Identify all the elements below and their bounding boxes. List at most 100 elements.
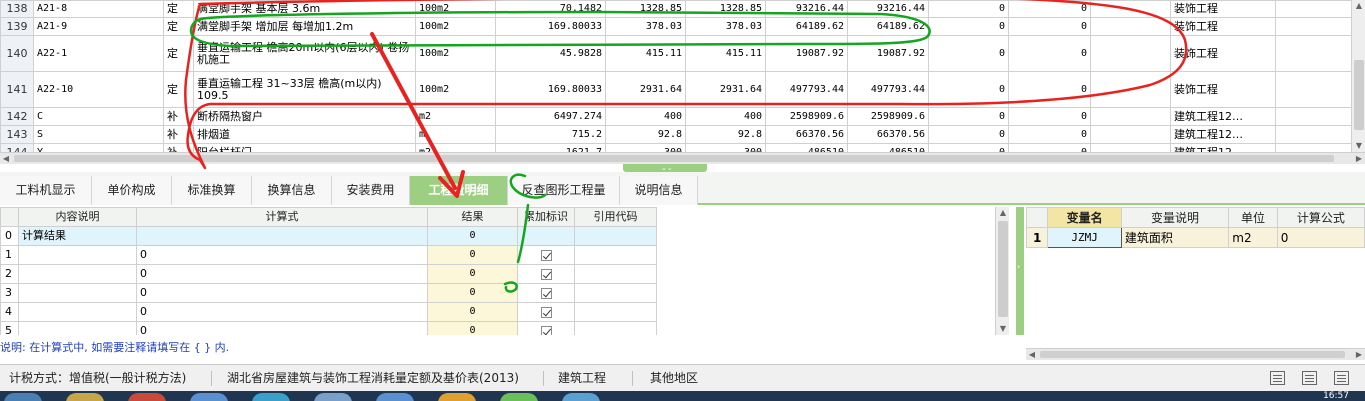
quota-extra-1[interactable]: 0 [928,0,1009,18]
empty-cell[interactable] [1090,17,1171,36]
taskbar-app-icon[interactable] [190,393,228,401]
quota-unit[interactable]: 100m2 [415,71,496,108]
quota-composite-total[interactable]: 64189.62 [847,17,929,36]
quota-unit-price[interactable]: 92.8 [605,125,686,144]
layout-icon[interactable] [1270,371,1285,385]
quota-code[interactable]: A21-9 [33,17,164,36]
quota-code[interactable]: S [33,125,164,144]
calc-description-cell[interactable] [18,283,137,303]
calc-formula-cell[interactable]: 0 [136,302,428,322]
scrollbar-thumb[interactable] [1040,351,1345,358]
header-reference-code[interactable]: 引用代码 [574,207,657,227]
quota-quantity[interactable]: 715.2 [495,125,606,144]
quota-table-row[interactable]: 140 A22-1 定垂直运输工程 檐高20m以内(6层以内) 卷扬机施工 100m2… [0,35,1352,72]
quota-table-row[interactable]: 141 A22-10 定垂直运输工程 31~33层 檐高(m以内) 109.5 100… [0,71,1352,108]
quota-name[interactable]: 满堂脚手架 基本层 3.6m [193,0,416,18]
header-unit[interactable]: 单位 [1228,207,1278,228]
scroll-down-icon[interactable]: ▼ [1352,140,1365,152]
row-number[interactable]: 140 [0,35,34,72]
quota-quantity[interactable]: 70.1482 [495,0,606,18]
calc-row-number[interactable]: 4 [0,302,19,322]
quota-unit-price[interactable]: 415.11 [605,35,686,72]
quota-extra-1[interactable]: 0 [928,35,1009,72]
calc-result-cell[interactable]: 0 [427,283,518,303]
taskbar-app-icon[interactable] [66,393,104,401]
row-number[interactable]: 1 [1026,227,1049,248]
quota-extra-1[interactable]: 0 [928,143,1009,152]
variable-formula-cell[interactable]: 0 [1276,227,1365,248]
quota-name[interactable]: 排烟道 [193,125,416,144]
calc-row-number[interactable]: 3 [0,283,19,303]
quota-composite-total[interactable]: 93216.44 [847,0,929,18]
calc-description-cell[interactable] [18,302,137,322]
calc-description-cell[interactable] [18,321,137,335]
empty-cell[interactable] [1090,35,1171,72]
tab-labor-material[interactable]: 工料机显示 [0,176,92,205]
accumulate-checkbox[interactable] [540,325,552,335]
quota-composite-total[interactable]: 19087.92 [847,35,929,72]
header-content-description[interactable]: 内容说明 [18,207,137,227]
empty-cell[interactable] [1275,35,1352,72]
calc-result-cell[interactable]: 0 [427,321,518,335]
quota-category[interactable]: 建筑工程12… [1170,143,1276,152]
quota-type[interactable]: 定 [163,0,194,18]
quota-composite-total[interactable]: 486510 [847,143,929,152]
row-number[interactable]: 139 [0,17,34,36]
calc-row[interactable]: 0 计算结果 0 [0,226,657,246]
quota-composite-total[interactable]: 66370.56 [847,125,929,144]
quota-type[interactable]: 补 [163,107,194,126]
empty-cell[interactable] [1090,107,1171,126]
quota-table-row[interactable]: 138 A21-8 定满堂脚手架 基本层 3.6m 100m2 70.1482 1328.… [0,0,1352,18]
quota-composite-price[interactable]: 2931.64 [685,71,766,108]
calc-accumulate-cell[interactable] [517,264,575,284]
quota-category[interactable]: 装饰工程 [1170,35,1276,72]
calc-reference-code-cell[interactable] [574,321,657,335]
quota-extra-2[interactable]: 0 [1008,125,1091,144]
header-variable-name[interactable]: 变量名 [1047,207,1122,228]
quota-total[interactable]: 93216.44 [765,0,848,18]
quota-category[interactable]: 装饰工程 [1170,71,1276,108]
quota-unit[interactable]: m2 [415,107,496,126]
variable-unit-cell[interactable]: m2 [1228,227,1278,248]
scroll-left-icon[interactable]: ◀ [0,153,12,164]
calc-row[interactable]: 2 00 [0,264,657,284]
scroll-right-icon[interactable]: ▶ [1353,349,1365,360]
variables-horizontal-scrollbar[interactable]: ◀ ▶ [1026,348,1365,360]
header-accumulate-flag[interactable]: 累加标识 [517,207,575,227]
header-variable-description[interactable]: 变量说明 [1120,207,1230,228]
calc-row[interactable]: 5 00 [0,321,657,335]
row-number[interactable]: 144 [0,143,34,152]
quota-composite-price[interactable]: 415.11 [685,35,766,72]
quota-composite-price[interactable]: 92.8 [685,125,766,144]
taskbar-app-icon[interactable] [252,393,290,401]
accumulate-checkbox[interactable] [540,268,552,280]
row-number[interactable]: 138 [0,0,34,18]
quota-total[interactable]: 66370.56 [765,125,848,144]
quota-quantity[interactable]: 169.80033 [495,17,606,36]
calc-row-number[interactable]: 1 [0,245,19,265]
calc-result-cell[interactable]: 0 [427,226,518,246]
empty-cell[interactable] [1090,71,1171,108]
quota-unit[interactable]: m [415,125,496,144]
variable-name-cell[interactable]: JZMJ [1047,227,1122,248]
quota-category[interactable]: 建筑工程12… [1170,125,1276,144]
taskbar-app-icon[interactable] [500,393,538,401]
header-calc-formula[interactable]: 计算公式 [1276,207,1365,228]
calc-result-cell[interactable]: 0 [427,264,518,284]
quota-name[interactable]: 断桥隔热窗户 [193,107,416,126]
calc-row[interactable]: 3 00 [0,283,657,303]
calc-row[interactable]: 4 00 [0,302,657,322]
calc-result-cell[interactable]: 0 [427,302,518,322]
quota-unit[interactable]: m2 [415,143,496,152]
quota-unit[interactable]: 100m2 [415,35,496,72]
quota-type[interactable]: 定 [163,35,194,72]
quota-total[interactable]: 2598909.6 [765,107,848,126]
quota-table-row[interactable]: 143 S 补排烟道 m 715.2 92.8 92.8 66370.56 66370.56 0 0… [0,125,1352,144]
calc-accumulate-cell[interactable] [517,321,575,335]
calc-row[interactable]: 1 00 [0,245,657,265]
accumulate-checkbox[interactable] [540,287,552,299]
quota-quantity[interactable]: 6497.274 [495,107,606,126]
scroll-right-icon[interactable]: ▶ [1353,153,1365,164]
taskbar-app-icon[interactable] [562,393,600,401]
quota-table-row[interactable]: 142 C 补断桥隔热窗户 m2 6497.274 400 400 2598909.6 2598… [0,107,1352,126]
